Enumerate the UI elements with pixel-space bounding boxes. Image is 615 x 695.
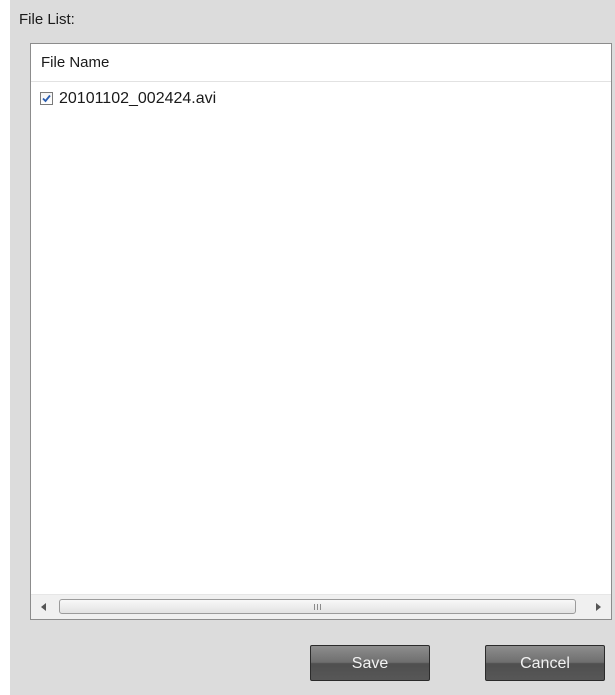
list-item[interactable]: 20101102_002424.avi: [31, 88, 611, 110]
file-name: 20101102_002424.avi: [59, 90, 217, 107]
column-header-file-name[interactable]: File Name: [41, 53, 109, 73]
cancel-button[interactable]: Cancel: [485, 645, 605, 681]
save-button[interactable]: Save: [310, 645, 430, 681]
horizontal-scrollbar[interactable]: [31, 594, 611, 619]
scroll-right-arrow-icon[interactable]: [592, 602, 604, 612]
scrollbar-thumb[interactable]: [59, 599, 576, 614]
scroll-left-arrow-icon[interactable]: [38, 602, 50, 612]
file-checkbox[interactable]: [40, 92, 53, 105]
file-list-label: File List:: [19, 11, 75, 28]
list-header: File Name: [31, 44, 611, 82]
grip-icon: [313, 604, 322, 610]
checkmark-icon: [42, 94, 51, 103]
list-body: 20101102_002424.avi: [31, 82, 611, 595]
file-list: File Name 20101102_002424.avi: [30, 43, 612, 620]
